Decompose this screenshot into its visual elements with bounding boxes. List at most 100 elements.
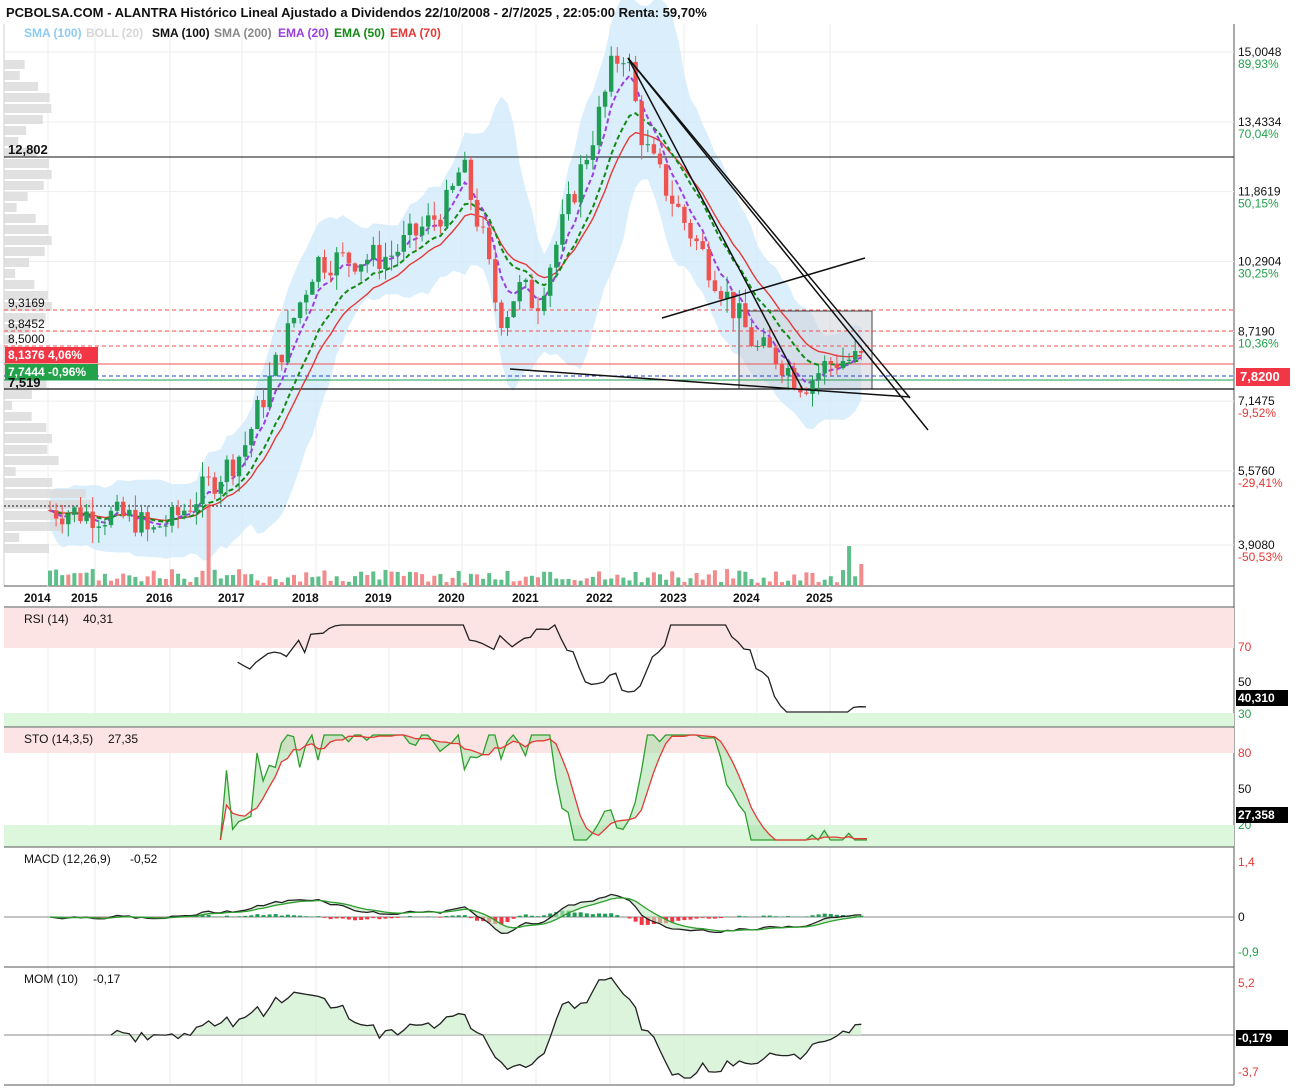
volume-bar [66, 574, 71, 586]
macd-hist-bar [719, 917, 723, 919]
sto-last-text: 27,358 [1238, 808, 1275, 822]
macd-hist-bar [450, 915, 455, 917]
macd-hist-bar [712, 917, 717, 919]
candle-body [133, 509, 138, 533]
year-label-2025: 2025 [806, 591, 833, 605]
macd-hist-bar [249, 915, 254, 917]
volume-bar [182, 578, 187, 586]
candle-body [395, 251, 400, 256]
volume-bar [285, 577, 290, 586]
volume-bar [743, 571, 748, 586]
volume-bar [420, 574, 425, 586]
volume-bar [590, 576, 595, 586]
macd-hist-bar [536, 916, 540, 917]
volume-bar [761, 577, 766, 586]
candle-body [639, 101, 644, 146]
candle-body [651, 144, 657, 154]
volume-bar [340, 581, 345, 586]
volume-bar [773, 571, 778, 586]
macd-hist-bar [572, 912, 577, 917]
candle-body [505, 317, 510, 329]
legend-item-3: SMA (200) [214, 26, 272, 40]
mom-axis-bottom: -3,7 [1238, 1065, 1259, 1079]
macd-hist-bar [468, 917, 473, 919]
candle-body [218, 481, 223, 494]
candle-body [72, 507, 77, 515]
volume-bar [810, 572, 815, 586]
volume-profile-bar [4, 170, 52, 179]
macd-hist-bar [292, 915, 296, 917]
year-label-2018: 2018 [292, 591, 319, 605]
level-label-93169: 9,3169 [8, 296, 45, 310]
macd-hist-bar [383, 917, 388, 919]
candle-body [688, 222, 693, 239]
volume-profile-bar [4, 390, 32, 399]
candle-body [657, 153, 663, 165]
candle-body [554, 244, 559, 268]
volume-bar [578, 580, 583, 586]
macd-hist-bar [261, 915, 266, 917]
year-label-2019: 2019 [365, 591, 392, 605]
volume-bar [249, 574, 254, 586]
macd-hist-bar [828, 913, 833, 917]
macd-hist-bar [633, 917, 638, 922]
candle-body [529, 279, 535, 309]
volume-bar [834, 582, 839, 586]
level-label-7519: 7,519 [8, 375, 41, 390]
candle-body [535, 308, 541, 312]
candle-body [53, 510, 59, 519]
volume-bar [505, 570, 510, 586]
rsi-value: 40,31 [83, 612, 113, 626]
candle-body [145, 512, 150, 530]
volume-bar [151, 570, 156, 586]
volume-bar [371, 571, 376, 586]
volume-bar [163, 579, 168, 586]
macd-hist-bar [767, 915, 772, 917]
candle-body [609, 55, 614, 92]
volume-bar [609, 578, 614, 586]
candle-body [572, 194, 577, 203]
volume-bar [206, 504, 211, 586]
candle-body [602, 91, 608, 107]
volume-profile-bar [4, 280, 35, 289]
candle-body [499, 302, 504, 329]
macd-value: -0,52 [130, 852, 158, 866]
candle-body [346, 252, 352, 264]
volume-bar [322, 570, 327, 586]
stock-chart: PCBOLSA.COM - ALANTRA Histórico Lineal A… [0, 0, 1298, 1092]
macd-hist-bar [737, 915, 742, 917]
sto-value: 27,35 [108, 732, 138, 746]
legend-item-6: EMA (70) [390, 26, 441, 40]
macd-hist-bar [328, 917, 333, 920]
year-label-2024: 2024 [733, 591, 760, 605]
volume-profile-bar [4, 258, 30, 267]
volume-bar [670, 571, 675, 586]
volume-bar [267, 576, 272, 586]
volume-bar [231, 575, 235, 586]
candle-body [243, 445, 248, 457]
volume-profile-bar [4, 225, 49, 234]
candle-body [47, 510, 53, 512]
volume-bar [847, 546, 852, 586]
year-label-2022: 2022 [586, 591, 613, 605]
volume-profile-bar [4, 181, 44, 190]
volume-bar [566, 578, 571, 586]
price-axis-pct-2: 50,15% [1238, 197, 1279, 211]
volume-bar [212, 569, 217, 586]
candle-body [426, 215, 431, 227]
candle-body [438, 219, 443, 227]
volume-bar [828, 576, 833, 586]
volume-bar [682, 581, 687, 586]
volume-profile-bar [4, 401, 13, 410]
macd-hist-bar [255, 914, 260, 917]
volume-bar [481, 578, 486, 586]
volume-profile-bar [4, 203, 17, 212]
candle-body [487, 227, 492, 260]
volume-bar [139, 581, 144, 586]
volume-bar [334, 576, 339, 586]
candle-body [78, 507, 83, 522]
volume-bar [658, 574, 662, 586]
level-label-12802: 12,802 [8, 142, 48, 157]
macd-hist-bar [322, 917, 327, 918]
candle-body [676, 203, 681, 207]
